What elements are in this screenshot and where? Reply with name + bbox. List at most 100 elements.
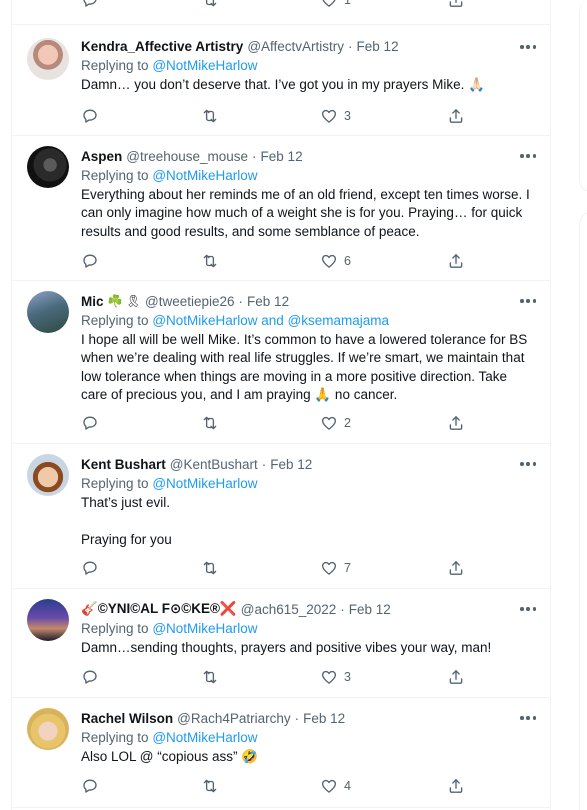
tweet-text: I hope all will be well Mike. It’s commo…	[81, 332, 531, 402]
replying-label: Replying to	[81, 58, 149, 73]
tweet-item[interactable]: Mic ☘️ 🎗 @tweetiepie26 · Feb 12 Replying…	[12, 281, 550, 444]
reply-icon	[81, 559, 99, 577]
more-icon[interactable]	[520, 154, 536, 158]
retweet-button[interactable]	[201, 776, 219, 796]
replying-to-mention[interactable]: @NotMikeHarlow	[152, 730, 257, 745]
retweet-button[interactable]	[201, 0, 219, 10]
like-button[interactable]: 3	[320, 106, 351, 126]
share-icon	[447, 414, 465, 432]
tweet-date[interactable]: Feb 12	[270, 457, 312, 472]
more-icon[interactable]	[520, 299, 536, 303]
retweet-icon	[201, 414, 219, 432]
sidebar-card	[579, 212, 587, 810]
tweet-date[interactable]: Feb 12	[247, 294, 289, 309]
tweet-item[interactable]: Kendra_Affective Artistry @AffectvArtist…	[12, 26, 550, 136]
display-name[interactable]: Kent Bushart	[81, 457, 166, 472]
reply-button[interactable]	[81, 558, 99, 578]
avatar[interactable]	[27, 291, 69, 333]
tweet-date[interactable]: Feb 12	[303, 711, 345, 726]
like-count: 3	[344, 109, 351, 123]
like-button[interactable]: 1	[320, 0, 351, 10]
replying-to-mention[interactable]: @NotMikeHarlow	[152, 476, 257, 491]
retweet-icon	[201, 107, 219, 125]
retweet-button[interactable]	[201, 667, 219, 687]
display-name[interactable]: Kendra_Affective Artistry	[81, 39, 243, 54]
retweet-icon	[201, 0, 219, 9]
reply-button[interactable]	[81, 106, 99, 126]
reply-icon	[81, 0, 99, 9]
retweet-button[interactable]	[201, 413, 219, 433]
tweet-header: 🎸©YNI©AL F⊙©KE®❌ @ach615_2022 · Feb 12	[81, 599, 534, 619]
like-icon	[320, 777, 338, 795]
user-handle[interactable]: @KentBushart	[170, 457, 258, 472]
like-button[interactable]: 3	[320, 667, 351, 687]
share-icon	[447, 252, 465, 270]
replying-to-mention[interactable]: @NotMikeHarlow	[152, 621, 257, 636]
tweet-text: Damn…sending thoughts, prayers and posit…	[81, 640, 492, 655]
like-button[interactable]: 6	[320, 251, 351, 271]
tweet-item[interactable]: Kent Bushart @KentBushart · Feb 12 Reply…	[12, 444, 550, 589]
display-name[interactable]: Aspen	[81, 149, 122, 164]
tweet-item[interactable]: 🎸©YNI©AL F⊙©KE®❌ @ach615_2022 · Feb 12 R…	[12, 589, 550, 698]
share-button[interactable]	[447, 667, 465, 687]
replying-to: Replying to @NotMikeHarlow	[81, 166, 534, 186]
share-button[interactable]	[447, 558, 465, 578]
reply-icon	[81, 252, 99, 270]
tweet-date[interactable]: Feb 12	[349, 602, 391, 617]
tweet-item[interactable]: Rachel Wilson @Rach4Patriarchy · Feb 12 …	[12, 698, 550, 808]
user-handle[interactable]: @treehouse_mouse	[126, 149, 248, 164]
like-icon	[320, 414, 338, 432]
retweet-button[interactable]	[201, 251, 219, 271]
reply-button[interactable]	[81, 0, 99, 10]
tweet-date[interactable]: Feb 12	[261, 149, 303, 164]
reply-button[interactable]	[81, 776, 99, 796]
retweet-button[interactable]	[201, 558, 219, 578]
avatar[interactable]	[27, 146, 69, 188]
separator-dot: ·	[238, 293, 244, 309]
retweet-icon	[201, 668, 219, 686]
retweet-button[interactable]	[201, 106, 219, 126]
display-name[interactable]: 🎸©YNI©AL F⊙©KE®❌	[81, 601, 237, 617]
avatar[interactable]	[27, 708, 69, 750]
right-sidebar	[579, 0, 587, 810]
user-handle[interactable]: @AffectvArtistry	[247, 39, 344, 54]
replying-to: Replying to @NotMikeHarlow and @ksemamaj…	[81, 311, 534, 331]
share-button[interactable]	[447, 251, 465, 271]
replying-label: Replying to	[81, 168, 149, 183]
reply-button[interactable]	[81, 413, 99, 433]
like-count: 3	[344, 670, 351, 684]
like-count: 7	[344, 561, 351, 575]
user-handle[interactable]: @tweetiepie26	[145, 294, 235, 309]
like-button[interactable]: 4	[320, 776, 351, 796]
tweet-header: Mic ☘️ 🎗 @tweetiepie26 · Feb 12	[81, 291, 534, 311]
avatar[interactable]	[27, 38, 69, 80]
share-button[interactable]	[447, 413, 465, 433]
replying-to: Replying to @NotMikeHarlow	[81, 56, 534, 76]
more-icon[interactable]	[520, 716, 536, 720]
more-icon[interactable]	[520, 45, 536, 49]
like-button[interactable]: 7	[320, 558, 351, 578]
like-button[interactable]: 2	[320, 413, 351, 433]
replying-to: Replying to @NotMikeHarlow	[81, 728, 534, 748]
share-button[interactable]	[447, 776, 465, 796]
user-handle[interactable]: @Rach4Patriarchy	[177, 711, 291, 726]
share-button[interactable]	[447, 106, 465, 126]
avatar[interactable]	[27, 599, 69, 641]
more-icon[interactable]	[520, 462, 536, 466]
replying-to-mention[interactable]: @NotMikeHarlow	[152, 58, 257, 73]
replying-to-mention[interactable]: @NotMikeHarlow and @ksemamajama	[152, 313, 389, 328]
replying-to-mention[interactable]: @NotMikeHarlow	[152, 168, 257, 183]
reply-timeline: 1 Kendra_Affective Artistry @AffectvArti…	[11, 0, 551, 810]
more-icon[interactable]	[520, 607, 536, 611]
share-button[interactable]	[447, 0, 465, 10]
avatar[interactable]	[27, 454, 69, 496]
display-name[interactable]: Mic	[81, 294, 104, 309]
user-handle[interactable]: @ach615_2022	[241, 602, 337, 617]
like-icon	[320, 252, 338, 270]
separator-dot: ·	[252, 148, 257, 164]
tweet-item[interactable]: Aspen @treehouse_mouse · Feb 12 Replying…	[12, 136, 550, 281]
reply-button[interactable]	[81, 667, 99, 687]
tweet-date[interactable]: Feb 12	[357, 39, 399, 54]
display-name[interactable]: Rachel Wilson	[81, 711, 173, 726]
reply-button[interactable]	[81, 251, 99, 271]
